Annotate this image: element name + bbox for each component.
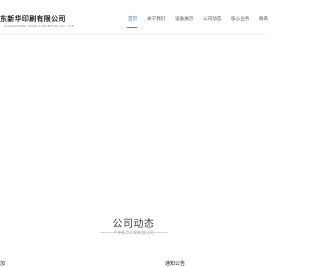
- nav-item-news[interactable]: 公司动态: [203, 16, 221, 22]
- company-name[interactable]: 东新华印刷有限公司: [0, 14, 66, 24]
- nav-item-business[interactable]: 核心业务: [231, 16, 249, 22]
- section-title: 公司动态: [112, 219, 155, 230]
- subtitle-rule-right: [146, 232, 168, 233]
- company-subtitle: GUANGDONG XINHUA PRINTING CO., LTD.: [4, 24, 76, 28]
- site-header: 东新华印刷有限公司 GUANGDONG XINHUA PRINTING CO.,…: [0, 0, 268, 34]
- header-divider: [0, 34, 267, 35]
- nav-item-contact[interactable]: 联系: [259, 16, 268, 22]
- nav-active-indicator: [127, 27, 137, 28]
- nav-item-equipment[interactable]: 设备展示: [175, 16, 193, 22]
- nav-item-about[interactable]: 关于我们: [147, 16, 165, 22]
- section-subtitle: 广东新华印刷有限公司: [113, 230, 154, 235]
- nav-item-home[interactable]: 首页: [128, 16, 137, 22]
